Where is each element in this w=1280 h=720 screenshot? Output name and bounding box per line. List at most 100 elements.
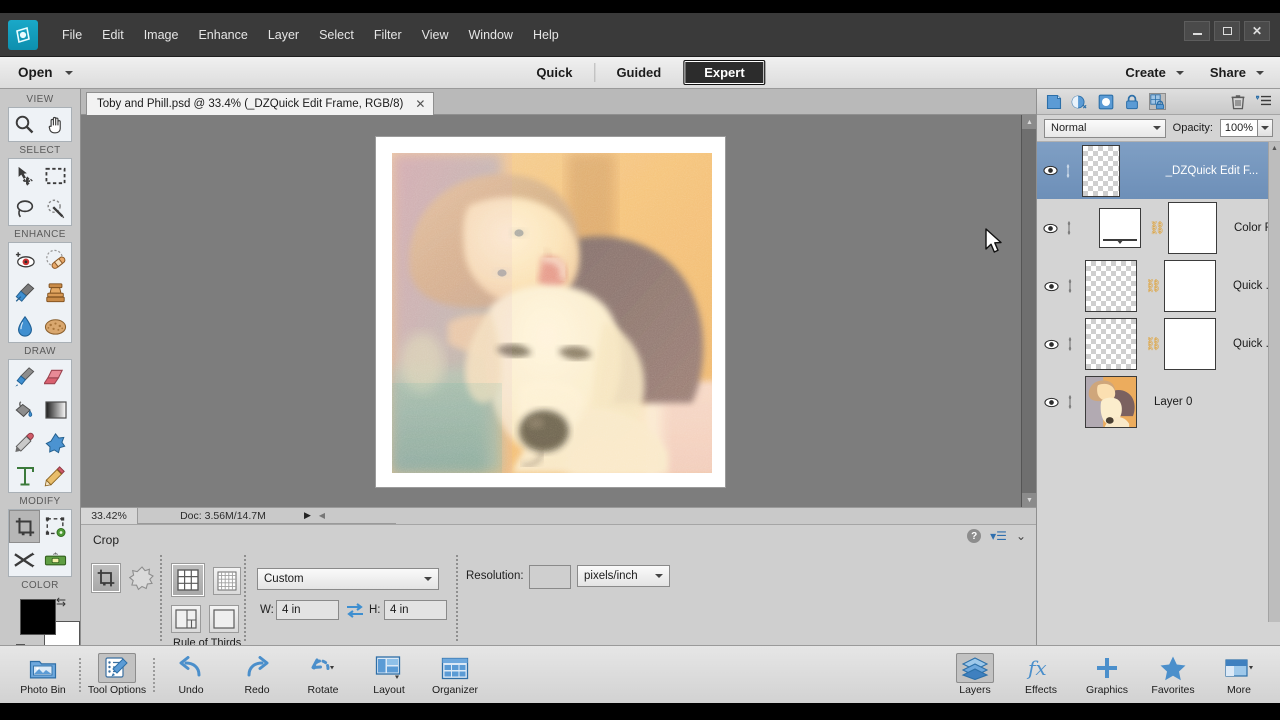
hscroll-left-arrow-icon[interactable]: ◀	[319, 511, 325, 520]
share-button[interactable]: Share	[1210, 65, 1264, 80]
scroll-track[interactable]	[1022, 129, 1036, 493]
zoom-tool[interactable]	[9, 108, 40, 141]
layers-panel-button[interactable]: Layers	[942, 651, 1008, 698]
blur-tool[interactable]	[9, 309, 40, 342]
tool-options-button[interactable]: Tool Options	[84, 651, 150, 698]
scroll-up-icon[interactable]: ▲	[1022, 115, 1036, 129]
rectangular-marquee-tool[interactable]	[40, 159, 71, 192]
new-layer-icon[interactable]	[1045, 93, 1062, 110]
blend-mode-select[interactable]: Normal	[1044, 119, 1166, 138]
panel-menu-icon[interactable]: ▾☰	[990, 529, 1007, 543]
scroll-down-icon[interactable]: ▼	[1022, 493, 1036, 507]
color-picker-tool[interactable]	[9, 426, 40, 459]
crop-tool-button[interactable]	[91, 563, 121, 593]
tab-expert[interactable]: Expert	[683, 60, 765, 85]
open-button[interactable]: Open	[18, 65, 73, 80]
chevron-down-icon[interactable]: ⌄	[1016, 529, 1026, 543]
brush-tool[interactable]	[9, 360, 40, 393]
resolution-input[interactable]	[529, 565, 571, 589]
close-button[interactable]: ✕	[1244, 21, 1270, 41]
layer-link-icon[interactable]	[1064, 279, 1076, 293]
delete-layer-icon[interactable]	[1229, 93, 1246, 110]
menu-image[interactable]: Image	[134, 24, 189, 46]
layer-link-icon[interactable]	[1064, 395, 1076, 409]
canvas-vertical-scrollbar[interactable]: ▲ ▼	[1021, 115, 1036, 507]
tab-quick[interactable]: Quick	[514, 61, 594, 84]
minimize-button[interactable]	[1184, 21, 1210, 41]
layer-thumbnail[interactable]	[1082, 145, 1120, 197]
menu-enhance[interactable]: Enhance	[188, 24, 257, 46]
no-grid-button[interactable]	[209, 605, 239, 633]
full-grid-button[interactable]	[213, 567, 241, 595]
resolution-unit-select[interactable]: pixels/inch	[577, 565, 670, 587]
move-tool[interactable]	[9, 159, 40, 192]
layer-visibility-icon[interactable]	[1043, 397, 1059, 408]
opacity-input[interactable]: 100%	[1220, 119, 1258, 137]
golden-ratio-grid-button[interactable]	[171, 605, 201, 633]
sponge-tool[interactable]	[40, 309, 71, 342]
mask-link-icon[interactable]: ⛓	[1145, 336, 1159, 352]
organizer-button[interactable]: Organizer	[422, 651, 488, 698]
layer-visibility-icon[interactable]	[1043, 339, 1059, 350]
menu-file[interactable]: File	[52, 24, 92, 46]
crop-tool[interactable]	[9, 510, 40, 543]
layout-button[interactable]: Layout	[356, 651, 422, 698]
close-x-icon[interactable]: ✕	[415, 97, 425, 111]
effects-button[interactable]: fx Effects	[1008, 651, 1074, 698]
undo-button[interactable]: Undo	[158, 651, 224, 698]
layer-visibility-icon[interactable]	[1043, 281, 1059, 292]
foreground-color-swatch[interactable]	[20, 599, 56, 635]
mask-link-icon[interactable]: ⛓	[1149, 220, 1163, 236]
lock-transparency-icon[interactable]	[1123, 93, 1140, 110]
graphics-button[interactable]: Graphics	[1074, 651, 1140, 698]
menu-edit[interactable]: Edit	[92, 24, 134, 46]
eraser-tool[interactable]	[40, 360, 71, 393]
layer-link-icon[interactable]	[1063, 164, 1073, 178]
help-question-icon[interactable]: ?	[967, 529, 981, 543]
layer-thumbnail[interactable]	[1085, 318, 1137, 370]
document-tab[interactable]: Toby and Phill.psd @ 33.4% (_DZQuick Edi…	[86, 92, 434, 115]
cookie-cutter-button[interactable]	[129, 565, 155, 594]
maximize-button[interactable]	[1214, 21, 1240, 41]
menu-help[interactable]: Help	[523, 24, 569, 46]
menu-window[interactable]: Window	[459, 24, 523, 46]
table-row[interactable]: ⛓ Color F...	[1037, 199, 1280, 257]
pencil-tool[interactable]	[40, 459, 71, 492]
status-menu-arrow-icon[interactable]: ▶	[304, 510, 311, 521]
rule-of-thirds-grid-button[interactable]	[171, 563, 205, 597]
paint-bucket-tool[interactable]	[9, 393, 40, 426]
layers-panel-scrollbar[interactable]: ▲	[1268, 142, 1280, 622]
mask-link-icon[interactable]: ⛓	[1145, 278, 1159, 294]
opacity-dropdown-button[interactable]	[1258, 119, 1273, 137]
table-row[interactable]: _DZQuick Edit F... fx	[1037, 142, 1280, 199]
layer-visibility-icon[interactable]	[1043, 223, 1058, 234]
spot-healing-brush-tool[interactable]	[40, 243, 71, 276]
rotate-button[interactable]: Rotate	[290, 651, 356, 698]
swap-colors-icon[interactable]: ⇆	[56, 595, 66, 609]
menu-select[interactable]: Select	[309, 24, 364, 46]
gradient-tool[interactable]	[40, 393, 71, 426]
hand-tool[interactable]	[40, 108, 71, 141]
scroll-up-icon[interactable]: ▲	[1269, 142, 1280, 154]
layer-mask-thumbnail[interactable]	[1164, 260, 1216, 312]
zoom-level-field[interactable]: 33.42%	[81, 508, 138, 524]
adjustment-layer-icon[interactable]	[1071, 93, 1088, 110]
crop-height-input[interactable]: 4 in	[384, 600, 447, 620]
table-row[interactable]: ⛓ Quick ...	[1037, 315, 1280, 373]
clone-stamp-tool[interactable]	[40, 276, 71, 309]
more-button[interactable]: More	[1206, 651, 1272, 698]
menu-layer[interactable]: Layer	[258, 24, 309, 46]
create-button[interactable]: Create	[1125, 65, 1183, 80]
redeye-removal-tool[interactable]	[9, 243, 40, 276]
favorites-button[interactable]: Favorites	[1140, 651, 1206, 698]
type-tool[interactable]	[9, 459, 40, 492]
menu-filter[interactable]: Filter	[364, 24, 412, 46]
layer-mask-thumbnail[interactable]	[1168, 202, 1217, 254]
table-row[interactable]: ⛓ Quick ...	[1037, 257, 1280, 315]
layers-panel-menu-icon[interactable]	[1255, 93, 1272, 110]
layer-mask-thumbnail[interactable]	[1164, 318, 1216, 370]
custom-shape-tool[interactable]	[40, 426, 71, 459]
lock-all-icon[interactable]	[1149, 93, 1166, 110]
canvas-horizontal-scrollbar[interactable]	[396, 508, 1036, 524]
redo-button[interactable]: Redo	[224, 651, 290, 698]
